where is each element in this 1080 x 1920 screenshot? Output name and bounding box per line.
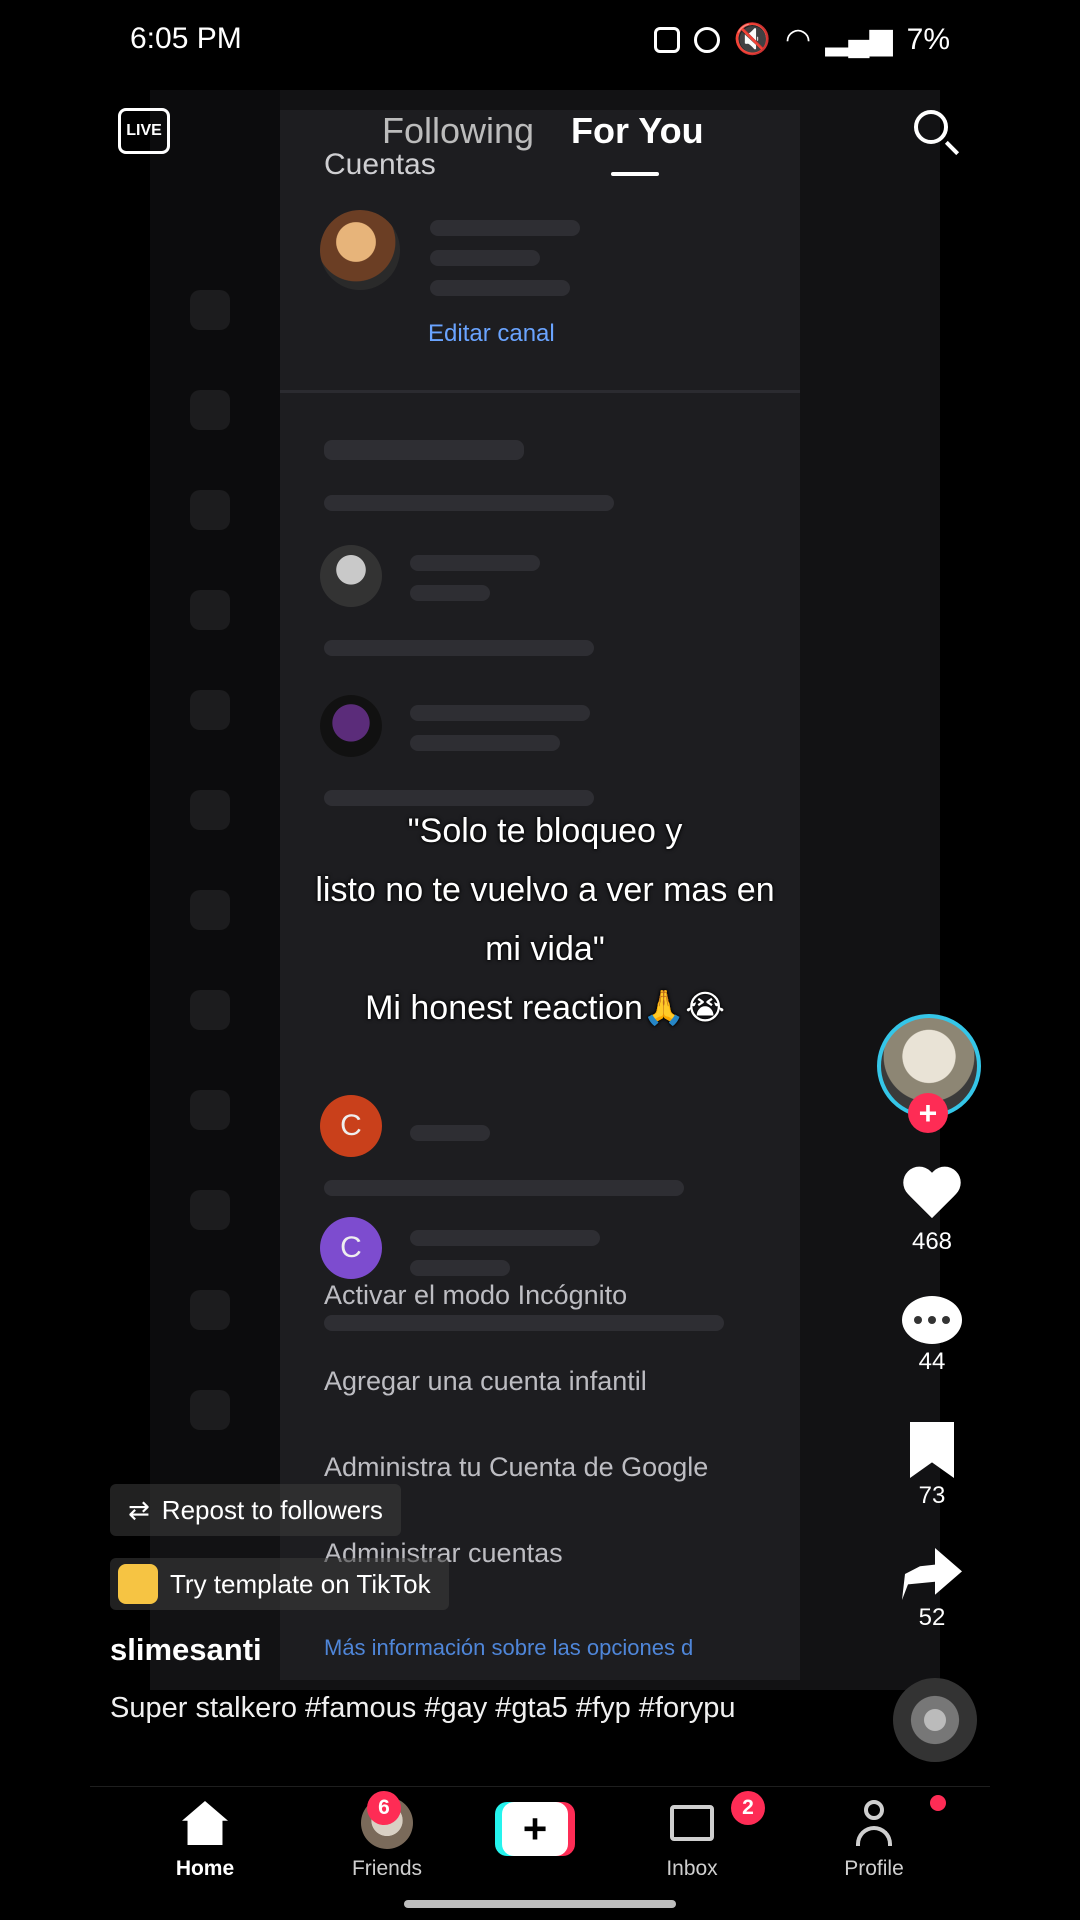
nav-home[interactable]: Home [145, 1797, 265, 1881]
repost-icon: ⇄ [128, 1494, 150, 1525]
bottom-navigation: Home Friends 6 + Inbox 2 Profile [90, 1786, 990, 1891]
panel-title: Cuentas [324, 148, 436, 181]
tab-for-you[interactable]: For You [571, 110, 704, 152]
mute-icon: 🔇 [733, 23, 772, 56]
follow-button[interactable]: + [908, 1093, 948, 1133]
active-tab-indicator [611, 172, 659, 176]
more-info-link: Más información sobre las opciones d [324, 1635, 694, 1660]
nav-profile[interactable]: Profile [814, 1797, 934, 1881]
comment-icon [902, 1296, 962, 1344]
menu-item: Activar el modo Incógnito [324, 1280, 628, 1310]
heart-icon [901, 1168, 963, 1224]
music-disc-icon[interactable] [893, 1678, 977, 1762]
bookmark-icon [910, 1422, 954, 1478]
template-label: Try template on TikTok [170, 1568, 431, 1599]
repost-label: Repost to followers [161, 1494, 383, 1525]
comment-count: 44 [918, 1348, 946, 1375]
template-icon [118, 1564, 158, 1604]
save-count: 73 [918, 1482, 946, 1509]
alarm-icon [693, 26, 720, 53]
account-avatar [320, 545, 382, 607]
inbox-badge: 2 [731, 1791, 765, 1825]
menu-item: Administra tu Cuenta de Google [324, 1452, 709, 1482]
account-avatar: C [320, 1095, 382, 1157]
profile-icon [854, 1800, 894, 1846]
post-description: Super stalkero #famous #gay #gta5 #fyp #… [110, 1692, 736, 1724]
post-username[interactable]: slimesanti [110, 1632, 262, 1668]
signal-icon: ▂▄▆ [825, 23, 893, 56]
bookmark-button[interactable]: 73 [872, 1422, 992, 1510]
profile-notification-dot [930, 1795, 946, 1811]
plus-icon: + [502, 1802, 568, 1856]
try-template-button[interactable]: Try template on TikTok [110, 1558, 449, 1610]
share-count: 52 [918, 1604, 946, 1631]
search-icon[interactable] [914, 110, 948, 144]
status-time: 6:05 PM [130, 22, 242, 55]
friends-badge: 6 [367, 1791, 401, 1825]
home-icon [182, 1801, 228, 1845]
like-count: 468 [911, 1228, 953, 1255]
battery-percent: 7% [906, 22, 950, 56]
home-indicator[interactable] [404, 1900, 676, 1908]
live-button[interactable]: LIVE [118, 108, 170, 154]
inbox-icon [670, 1805, 714, 1841]
account-avatar [320, 695, 382, 757]
repost-button[interactable]: ⇄ Repost to followers [110, 1484, 401, 1536]
video-caption-overlay: "Solo te bloqueo y listo no te vuelvo a … [315, 812, 775, 1027]
tab-following[interactable]: Following [382, 110, 534, 152]
comment-button[interactable]: 44 [872, 1296, 992, 1376]
status-icons: 🔇 ◠ ▂▄▆ 7% [653, 22, 950, 57]
wifi-icon: ◠ [785, 23, 812, 56]
create-button[interactable]: + [495, 1802, 575, 1856]
like-button[interactable]: 468 [872, 1168, 992, 1256]
share-icon [902, 1548, 962, 1600]
account-avatar [320, 210, 400, 290]
share-button[interactable]: 52 [872, 1548, 992, 1632]
battery-saver-icon [653, 26, 680, 53]
account-avatar: C [320, 1217, 382, 1279]
menu-item: Agregar una cuenta infantil [324, 1366, 647, 1396]
edit-channel-link: Editar canal [428, 320, 555, 347]
video-background-sidebar [150, 90, 280, 1510]
